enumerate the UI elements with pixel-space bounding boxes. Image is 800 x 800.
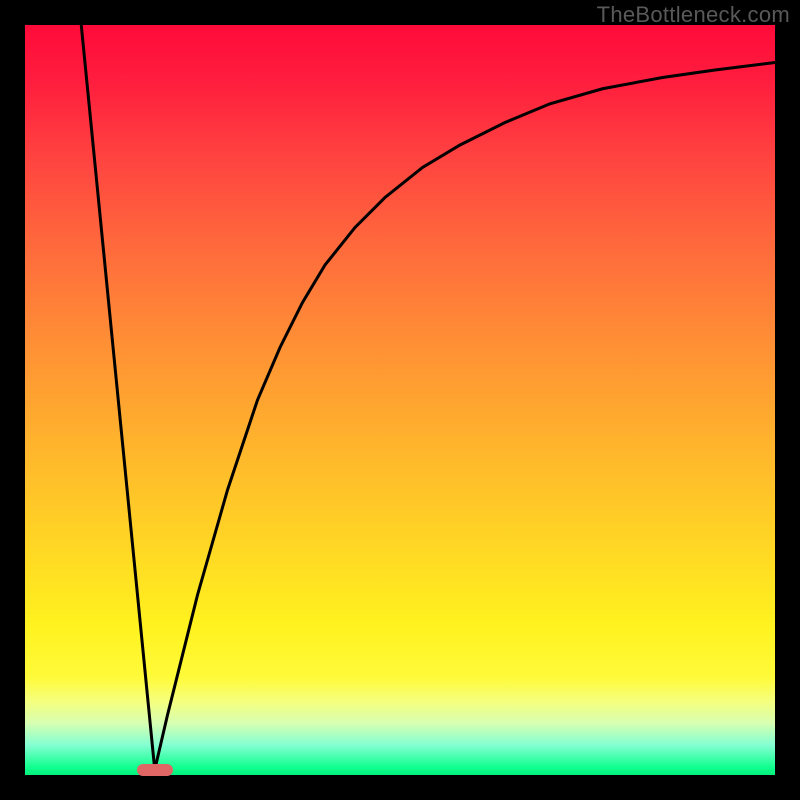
curve-layer bbox=[25, 25, 775, 775]
right-curve-path bbox=[155, 63, 775, 770]
watermark-text: TheBottleneck.com bbox=[597, 2, 790, 28]
bottleneck-marker bbox=[137, 764, 173, 776]
chart-frame: TheBottleneck.com bbox=[0, 0, 800, 800]
plot-area bbox=[25, 25, 775, 775]
left-line-path bbox=[81, 25, 155, 770]
